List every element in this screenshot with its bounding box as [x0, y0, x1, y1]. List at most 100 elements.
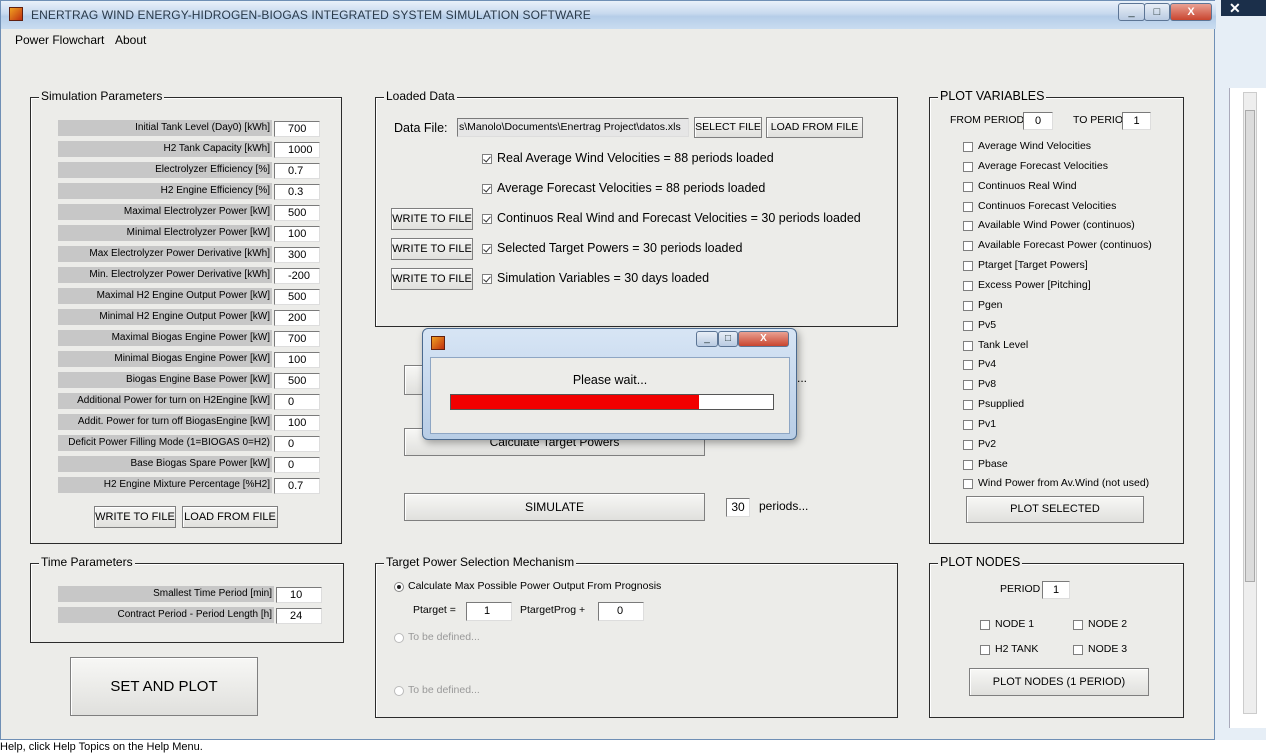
param-input[interactable]: 700	[274, 331, 320, 347]
smallest-time-period-input[interactable]: 10	[276, 587, 322, 603]
plot-variable-checkbox[interactable]	[963, 400, 973, 411]
title-bar[interactable]: ENERTRAG WIND ENERGY-HIDROGEN-BIOGAS INT…	[1, 1, 1216, 29]
plot-variable-checkbox[interactable]	[963, 419, 973, 430]
param-input[interactable]: 100	[274, 352, 320, 368]
plot-variable-checkbox[interactable]	[963, 241, 973, 252]
param-label: Maximal H2 Engine Output Power [kW]	[58, 288, 272, 304]
plot-variable-checkbox[interactable]	[963, 181, 973, 192]
to-period-input[interactable]: 1	[1122, 112, 1151, 130]
matlab-app-icon	[431, 336, 445, 350]
param-input[interactable]: 700	[274, 121, 320, 137]
write-continuos-button[interactable]: WRITE TO FILE	[391, 208, 473, 230]
param-input[interactable]: 200	[274, 310, 320, 326]
plot-variable-checkbox[interactable]	[963, 439, 973, 450]
plot-variable-checkbox[interactable]	[963, 320, 973, 331]
avg-forecast-checkbox[interactable]	[482, 184, 492, 194]
write-target-powers-button[interactable]: WRITE TO FILE	[391, 238, 473, 260]
param-input[interactable]: 0.3	[274, 184, 320, 200]
plot-variable-checkbox[interactable]	[963, 360, 973, 371]
maximize-button[interactable]: □	[1144, 3, 1170, 21]
ptarget-prog-input[interactable]: 0	[598, 602, 644, 621]
param-input[interactable]: 300	[274, 247, 320, 263]
contract-period-input[interactable]: 24	[276, 608, 322, 624]
param-input[interactable]: 500	[274, 373, 320, 389]
minimize-button[interactable]: _	[1118, 3, 1145, 21]
plot-variable-checkbox[interactable]	[963, 340, 973, 351]
plot-nodes-button[interactable]: PLOT NODES (1 PERIOD)	[969, 668, 1149, 696]
loaded-item-label: Average Forecast Velocities = 88 periods…	[497, 181, 766, 195]
plot-variable-checkbox[interactable]	[963, 479, 973, 490]
continuos-velocities-checkbox[interactable]	[482, 214, 492, 224]
node3-checkbox[interactable]	[1073, 645, 1083, 655]
dialog-maximize-button[interactable]: □	[718, 331, 738, 347]
from-period-input[interactable]: 0	[1023, 112, 1053, 130]
sim-write-to-file-button[interactable]: WRITE TO FILE	[94, 506, 176, 528]
param-input[interactable]: 0	[274, 436, 320, 452]
param-label: Maximal Biogas Engine Power [kW]	[58, 330, 272, 346]
loaded-item-label: Real Average Wind Velocities = 88 period…	[497, 151, 774, 165]
set-and-plot-button[interactable]: SET AND PLOT	[70, 657, 258, 716]
plot-variable-label: Pv4	[978, 358, 997, 371]
background-close-icon: ✕	[1229, 0, 1241, 16]
panel-title: Simulation Parameters	[39, 89, 165, 103]
option-to-be-defined-2-radio[interactable]	[394, 686, 404, 696]
node-period-input[interactable]: 1	[1042, 581, 1070, 599]
target-power-selection-panel: Target Power Selection Mechanism Calcula…	[375, 555, 898, 718]
target-powers-checkbox[interactable]	[482, 244, 492, 254]
plot-variable-label: Excess Power [Pitching]	[978, 278, 1091, 291]
ptarget-input[interactable]: 1	[466, 602, 512, 621]
dialog-close-button[interactable]: X	[738, 331, 789, 347]
plot-variable-checkbox[interactable]	[963, 261, 973, 272]
loaded-load-from-file-button[interactable]: LOAD FROM FILE	[766, 117, 863, 138]
plot-variable-checkbox[interactable]	[963, 161, 973, 172]
plot-variable-checkbox[interactable]	[963, 380, 973, 391]
plot-variable-checkbox[interactable]	[963, 300, 973, 311]
menu-power-flowchart[interactable]: Power Flowchart	[15, 33, 104, 47]
param-label: Smallest Time Period [min]	[58, 586, 274, 602]
plot-variable-label: Pbase	[978, 457, 1008, 470]
option-to-be-defined-1-radio[interactable]	[394, 633, 404, 643]
plot-variable-label: Pv5	[978, 318, 997, 331]
select-file-button[interactable]: SELECT FILE	[694, 117, 762, 138]
menu-about[interactable]: About	[115, 33, 146, 47]
param-input[interactable]: 100	[274, 415, 320, 431]
dialog-body: Please wait...	[430, 357, 790, 434]
node2-checkbox[interactable]	[1073, 620, 1083, 630]
plot-selected-button[interactable]: PLOT SELECTED	[966, 496, 1144, 523]
param-input[interactable]: -200	[274, 268, 320, 284]
param-input[interactable]: 0.7	[274, 478, 320, 494]
plot-variable-checkbox[interactable]	[963, 221, 973, 232]
h2-tank-checkbox[interactable]	[980, 645, 990, 655]
close-button[interactable]: X	[1170, 3, 1212, 21]
checkbox-label: H2 TANK	[995, 643, 1039, 655]
plot-variable-checkbox[interactable]	[963, 142, 973, 152]
periods-input[interactable]: 30	[726, 498, 750, 517]
data-file-path-field[interactable]: s\Manolo\Documents\Enertrag Project\dato…	[457, 118, 689, 137]
node1-checkbox[interactable]	[980, 620, 990, 630]
sim-load-from-file-button[interactable]: LOAD FROM FILE	[182, 506, 278, 528]
option-max-power-radio[interactable]	[394, 582, 404, 592]
panel-title: Loaded Data	[384, 89, 457, 103]
param-input[interactable]: 0	[274, 457, 320, 473]
background-scrollbar-thumb[interactable]	[1245, 110, 1255, 582]
param-input[interactable]: 100	[274, 226, 320, 242]
param-input[interactable]: 0	[274, 394, 320, 410]
param-input[interactable]: 1000	[274, 142, 320, 158]
checkbox-label: NODE 1	[995, 618, 1035, 630]
plot-variable-checkbox[interactable]	[963, 201, 973, 212]
dialog-minimize-button[interactable]: _	[696, 331, 718, 347]
plot-variable-label: Continuos Real Wind	[978, 179, 1077, 192]
real-avg-wind-checkbox[interactable]	[482, 154, 492, 164]
plot-variable-checkbox[interactable]	[963, 280, 973, 291]
plot-variable-label: Tank Level	[978, 338, 1029, 351]
write-sim-variables-button[interactable]: WRITE TO FILE	[391, 268, 473, 290]
param-input[interactable]: 0.7	[274, 163, 320, 179]
param-input[interactable]: 500	[274, 205, 320, 221]
simulate-button[interactable]: SIMULATE	[404, 493, 705, 521]
param-input[interactable]: 500	[274, 289, 320, 305]
sim-variables-checkbox[interactable]	[482, 274, 492, 284]
param-label: Additional Power for turn on H2Engine [k…	[58, 393, 272, 409]
plot-variable-checkbox[interactable]	[963, 459, 973, 470]
plot-variable-label: Pv8	[978, 378, 997, 391]
param-label: Addit. Power for turn off BiogasEngine […	[58, 414, 272, 430]
